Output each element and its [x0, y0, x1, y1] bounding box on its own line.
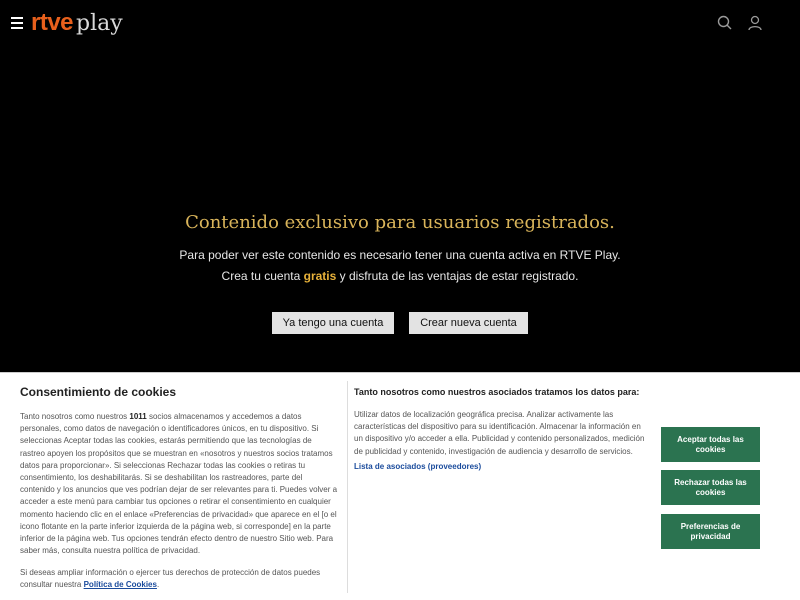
rights-text: Si deseas ampliar información o ejercer … — [20, 568, 321, 590]
rights-end: . — [156, 580, 160, 590]
accept-all-cookies-button[interactable]: Aceptar todas las cookies — [661, 427, 760, 462]
partner-count: 1011 — [129, 412, 147, 421]
cookie-text-start: Tanto nosotros como nuestros — [20, 412, 130, 421]
cookie-title: Consentimiento de cookies — [20, 385, 177, 399]
top-header: rtve play — [0, 0, 800, 48]
message-line-2: Crea tu cuenta gratis y disfruta de las … — [0, 266, 800, 287]
logo-brand: rtve — [31, 9, 74, 36]
cookie-description: Tanto nosotros como nuestros 1011 socios… — [20, 411, 338, 557]
purposes-title: Tanto nosotros como nuestros asociados t… — [354, 387, 640, 397]
gratis-highlight: gratis — [303, 269, 337, 283]
message-line-1: Para poder ver este contenido es necesar… — [179, 248, 621, 262]
reject-all-cookies-button[interactable]: Rechazar todas las cookies — [661, 470, 760, 505]
partners-list-link[interactable]: Lista de asociados (proveedores) — [354, 462, 646, 471]
cookie-info-column: Consentimiento de cookies Tanto nosotros… — [20, 385, 338, 591]
search-icon[interactable] — [716, 14, 734, 32]
login-button[interactable]: Ya tengo una cuenta — [272, 312, 394, 334]
rtve-play-logo[interactable]: rtve play — [31, 9, 123, 39]
cookie-consent-banner: Consentimiento de cookies Tanto nosotros… — [0, 372, 800, 600]
cookie-rights-text: Si deseas ampliar información o ejercer … — [20, 567, 338, 591]
cookie-text-rest: socios almacenamos y accedemos a datos p… — [20, 412, 338, 556]
create-account-button[interactable]: Crear nueva cuenta — [409, 312, 528, 334]
cookie-policy-link[interactable]: Política de Cookies — [84, 580, 157, 589]
cookie-purposes-column: Tanto nosotros como nuestros asociados t… — [354, 387, 646, 471]
message-title: Contenido exclusivo para usuarios regist… — [185, 212, 615, 233]
user-icon[interactable] — [746, 14, 764, 32]
privacy-preferences-button[interactable]: Preferencias de privacidad — [661, 514, 760, 549]
hamburger-menu-icon[interactable] — [11, 17, 23, 29]
message-line-2-start: Crea tu cuenta — [221, 269, 304, 283]
registration-required-message: Contenido exclusivo para usuarios regist… — [0, 212, 800, 287]
cookie-divider — [347, 381, 348, 593]
logo-product: play — [76, 11, 123, 36]
message-line-2-end: y disfruta de las ventajas de estar regi… — [336, 269, 579, 283]
purposes-text: Utilizar datos de localización geográfic… — [354, 410, 645, 456]
